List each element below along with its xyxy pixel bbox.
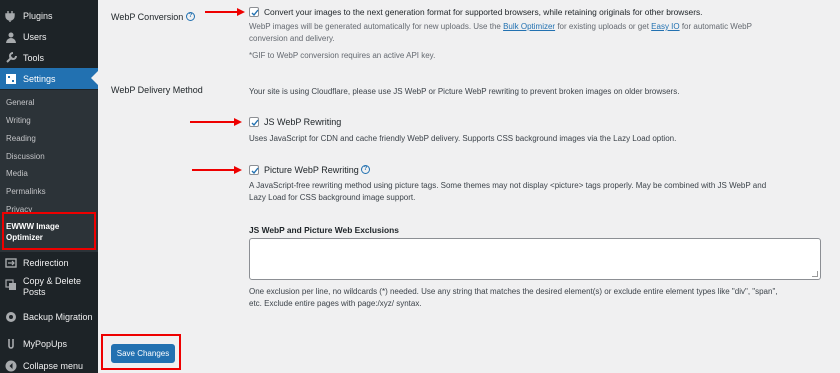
- wrench-icon: [5, 51, 17, 64]
- menu-settings[interactable]: Settings: [0, 68, 98, 89]
- menu-copy-delete-label: Copy & Delete Posts: [23, 276, 81, 298]
- checkmark-icon: [251, 167, 259, 175]
- picture-webp-checkbox[interactable]: [249, 165, 259, 175]
- help-icon[interactable]: ?: [186, 12, 195, 21]
- picture-desc-line1: A JavaScript-free rewriting method using…: [249, 181, 767, 190]
- menu-copy-delete-line2: Posts: [23, 287, 46, 297]
- exclusions-description: One exclusion per line, no wildcards (*)…: [249, 286, 829, 310]
- webp-conversion-checkbox[interactable]: [249, 7, 259, 17]
- annotation-arrow-icon: [205, 8, 245, 16]
- js-webp-checkbox[interactable]: [249, 117, 259, 127]
- menu-plugins-label: Plugins: [23, 10, 53, 21]
- users-icon: [5, 31, 17, 43]
- picture-webp-description: A JavaScript-free rewriting method using…: [249, 180, 829, 204]
- plug-icon: [5, 10, 17, 22]
- webp-conversion-checkbox-label: Convert your images to the next generati…: [264, 7, 703, 17]
- admin-sidebar: Plugins Users Tools Settings General Wri…: [0, 0, 98, 373]
- submenu-permalinks[interactable]: Permalinks: [6, 187, 46, 196]
- webp-desc-line2: conversion and delivery.: [249, 34, 335, 43]
- webp-conversion-description: WebP images will be generated automatica…: [249, 21, 829, 45]
- webp-conversion-label: WebP Conversion: [111, 12, 184, 22]
- js-webp-label: JS WebP Rewriting: [264, 117, 342, 127]
- exclusions-desc-line2: etc. Exclude entire pages with page:/xyz…: [249, 299, 422, 308]
- submenu-general[interactable]: General: [6, 98, 34, 107]
- menu-copy-delete-line1: Copy & Delete: [23, 276, 82, 286]
- picture-webp-label: Picture WebP Rewriting: [264, 165, 359, 175]
- save-changes-button[interactable]: Save Changes: [111, 344, 175, 363]
- menu-redirection-label: Redirection: [23, 257, 69, 268]
- backup-icon: [5, 311, 17, 323]
- bulk-optimizer-link[interactable]: Bulk Optimizer: [503, 22, 555, 31]
- menu-settings-label: Settings: [23, 73, 56, 84]
- collapse-icon: [5, 360, 17, 372]
- menu-redirection[interactable]: Redirection: [0, 252, 98, 273]
- checkmark-icon: [251, 9, 259, 17]
- menu-users-label: Users: [23, 31, 47, 42]
- easy-io-link[interactable]: Easy IO: [651, 22, 679, 31]
- picture-desc-line2: Lazy Load for CSS background image suppo…: [249, 193, 416, 202]
- help-icon[interactable]: ?: [361, 165, 370, 174]
- submenu-discussion[interactable]: Discussion: [6, 152, 45, 161]
- menu-tools[interactable]: Tools: [0, 47, 98, 68]
- popup-icon: [5, 338, 17, 350]
- exclusions-label: JS WebP and Picture Web Exclusions: [249, 225, 399, 235]
- menu-tools-label: Tools: [23, 52, 45, 63]
- submenu-media[interactable]: Media: [6, 169, 28, 178]
- settings-icon: [5, 73, 17, 85]
- menu-copy-delete-posts[interactable]: Copy & Delete Posts: [0, 276, 98, 304]
- menu-collapse-label: Collapse menu: [23, 360, 84, 371]
- menu-mypopups[interactable]: MyPopUps: [0, 333, 98, 354]
- redirect-icon: [5, 257, 17, 269]
- copy-icon: [5, 279, 17, 291]
- menu-collapse[interactable]: Collapse menu: [0, 355, 98, 373]
- webp-desc-part1: WebP images will be generated automatica…: [249, 22, 504, 31]
- annotation-arrow-icon: [192, 166, 242, 174]
- exclusions-textarea[interactable]: [249, 238, 821, 280]
- menu-plugins[interactable]: Plugins: [0, 5, 98, 26]
- annotation-arrow-icon: [190, 118, 242, 126]
- menu-backup-migration-label: Backup Migration: [23, 311, 93, 322]
- cloudflare-note: Your site is using Cloudflare, please us…: [249, 87, 680, 96]
- exclusions-desc-line1: One exclusion per line, no wildcards (*)…: [249, 287, 778, 296]
- submenu-reading[interactable]: Reading: [6, 134, 36, 143]
- menu-backup-migration[interactable]: Backup Migration: [0, 306, 98, 327]
- webp-delivery-method-label: WebP Delivery Method: [111, 85, 203, 95]
- webp-gif-note: *GIF to WebP conversion requires an acti…: [249, 51, 436, 60]
- annotation-box-ewww: [2, 212, 96, 250]
- submenu-writing[interactable]: Writing: [6, 116, 31, 125]
- js-webp-description: Uses JavaScript for CDN and cache friend…: [249, 134, 677, 143]
- menu-mypopups-label: MyPopUps: [23, 338, 68, 349]
- menu-users[interactable]: Users: [0, 26, 98, 47]
- webp-desc-part2: for existing uploads or get: [555, 22, 652, 31]
- checkmark-icon: [251, 119, 259, 127]
- webp-desc-part3: for automatic WebP: [679, 22, 752, 31]
